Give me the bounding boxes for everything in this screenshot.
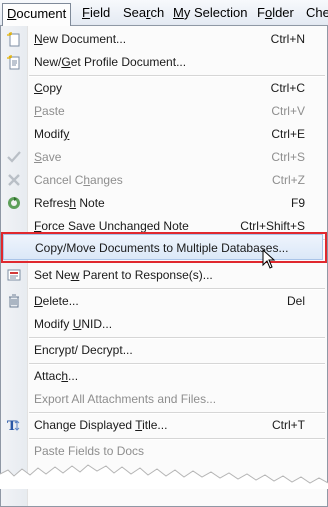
menu-folder[interactable]: Folder bbox=[253, 3, 298, 23]
menu-item-shortcut: Ctrl+Z bbox=[272, 173, 305, 187]
new-document-icon bbox=[6, 31, 22, 47]
menu-document-label: ocument bbox=[16, 6, 67, 21]
menu-item-modify[interactable]: Modify Ctrl+E bbox=[1, 123, 325, 146]
menu-item-label: Modify bbox=[34, 127, 70, 141]
menu-item-label: Cancel Changes bbox=[34, 173, 123, 187]
menu-item-shortcut: Ctrl+E bbox=[271, 127, 305, 141]
menu-item-label: New Document... bbox=[34, 32, 127, 46]
menu-item-label: New/Get Profile Document... bbox=[34, 55, 187, 69]
menu-item-shortcut: Ctrl+Shift+S bbox=[240, 219, 305, 233]
menu-search[interactable]: Search bbox=[119, 3, 168, 23]
menu-item-copy[interactable]: Copy Ctrl+C bbox=[1, 77, 325, 100]
menu-item-shortcut: Ctrl+V bbox=[271, 104, 305, 118]
menu-document-accel: D bbox=[7, 6, 17, 21]
menu-item-set-new-parent[interactable]: Set New Parent to Response(s)... bbox=[1, 264, 325, 287]
menu-field[interactable]: Field bbox=[78, 3, 114, 23]
torn-edge-decoration bbox=[0, 464, 328, 489]
menu-item-label: Encrypt/ Decrypt... bbox=[34, 343, 133, 357]
menu-item-label: Copy bbox=[34, 81, 63, 95]
response-tree-icon bbox=[6, 267, 22, 283]
menu-item-label: Save bbox=[34, 150, 62, 164]
menu-item-shortcut: Ctrl+C bbox=[270, 81, 305, 95]
menu-item-shortcut: Ctrl+N bbox=[270, 32, 305, 46]
menu-che[interactable]: Che bbox=[302, 3, 328, 23]
menu-item-label: Delete... bbox=[34, 294, 79, 308]
checkmark-icon bbox=[6, 149, 22, 165]
mouse-pointer-icon bbox=[262, 248, 276, 272]
menu-item-modify-unid[interactable]: Modify UNID... bbox=[1, 313, 325, 336]
menu-item-label: Attach... bbox=[34, 369, 79, 383]
menu-folder-post: lder bbox=[272, 5, 294, 20]
menu-item-shortcut: F9 bbox=[290, 196, 305, 210]
menu-my-selection-label: y Selection bbox=[183, 5, 248, 20]
menu-folder-pre: F bbox=[257, 5, 265, 20]
menu-item-label: Change Displayed Title... bbox=[34, 418, 168, 432]
menu-item-label: Force Save Unchanged Note bbox=[34, 219, 189, 233]
menu-bar: Document Field Search My Selection Folde… bbox=[0, 0, 328, 27]
cancel-x-icon bbox=[6, 172, 22, 188]
menu-item-delete[interactable]: Delete... Del bbox=[1, 290, 325, 313]
trash-icon bbox=[6, 293, 22, 309]
menu-item-refresh-note[interactable]: Refresh Note F9 bbox=[1, 192, 325, 215]
refresh-icon bbox=[6, 195, 22, 211]
menu-item-label: Copy/Move Documents to Multiple Database… bbox=[35, 241, 289, 255]
menu-search-post: ch bbox=[150, 5, 165, 20]
menu-my-selection[interactable]: My Selection bbox=[169, 3, 251, 23]
text-title-icon: T bbox=[6, 417, 22, 434]
menu-che-label: Che bbox=[306, 5, 328, 20]
menu-field-accel: F bbox=[82, 5, 90, 20]
menu-item-shortcut: Ctrl+T bbox=[272, 418, 305, 432]
menu-item-shortcut: Del bbox=[286, 294, 305, 308]
menu-item-encrypt-decrypt[interactable]: Encrypt/ Decrypt... bbox=[1, 339, 325, 362]
menu-search-pre: Sea bbox=[123, 5, 147, 20]
menu-item-change-displayed-title[interactable]: T Change Displayed Title... Ctrl+T bbox=[1, 414, 325, 437]
menu-item-save[interactable]: Save Ctrl+S bbox=[1, 146, 325, 169]
menu-item-label: Set New Parent to Response(s)... bbox=[34, 268, 213, 282]
profile-document-icon bbox=[6, 54, 22, 70]
menu-item-label: Export All Attachments and Files... bbox=[34, 392, 217, 406]
menu-my-selection-accel: M bbox=[173, 5, 184, 20]
menu-item-shortcut: Ctrl+S bbox=[271, 150, 305, 164]
menu-item-export-all-attachments[interactable]: Export All Attachments and Files... bbox=[1, 388, 325, 411]
menu-item-attach[interactable]: Attach... bbox=[1, 365, 325, 388]
menu-document[interactable]: Document bbox=[2, 3, 72, 26]
menu-item-label: Refresh Note bbox=[34, 196, 105, 210]
menu-item-cancel-changes[interactable]: Cancel Changes Ctrl+Z bbox=[1, 169, 325, 192]
svg-text:T: T bbox=[7, 419, 17, 433]
menu-item-new-document[interactable]: New Document... Ctrl+N bbox=[1, 28, 325, 51]
menu-item-label: Paste bbox=[34, 104, 65, 118]
menu-field-label: ield bbox=[89, 5, 111, 20]
menu-item-paste[interactable]: Paste Ctrl+V bbox=[1, 100, 325, 123]
document-dropdown-menu: New Document... Ctrl+N New/Get Profile D… bbox=[0, 25, 328, 507]
menu-item-new-get-profile-document[interactable]: New/Get Profile Document... bbox=[1, 51, 325, 74]
menu-item-label: Modify UNID... bbox=[34, 317, 113, 331]
